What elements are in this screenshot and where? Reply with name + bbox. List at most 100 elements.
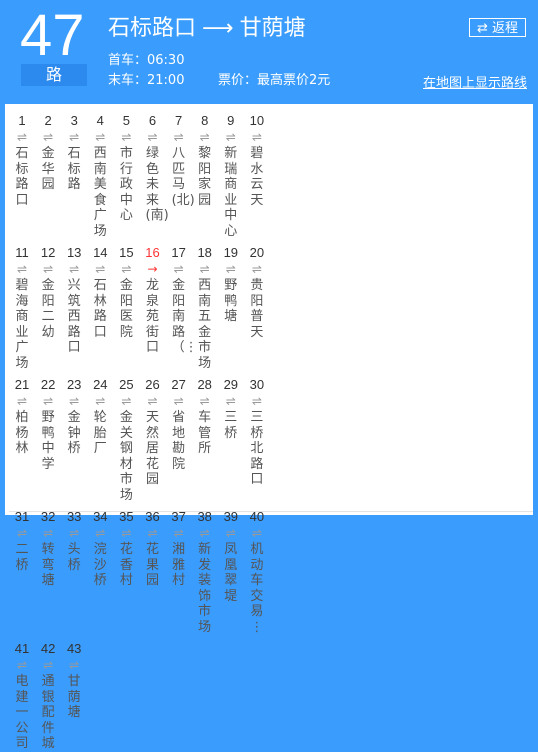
stop-item[interactable]: 22 ⇌ 野鸭中学 bbox=[36, 377, 60, 472]
stop-item[interactable]: 21 ⇌ 柏杨林 bbox=[10, 377, 34, 457]
stop-name: 凤凰翠堤 bbox=[224, 542, 238, 604]
stop-item[interactable]: 30 ⇌ 三桥北路口 bbox=[245, 377, 269, 488]
stop-item[interactable]: 40 ⇌ 机动车交易⋮ bbox=[245, 509, 269, 635]
two-way-arrow-icon: ⇌ bbox=[121, 130, 132, 144]
two-way-arrow-icon: ⇌ bbox=[199, 130, 210, 144]
stop-item[interactable]: 5 ⇌ 市行政中心 bbox=[114, 113, 138, 224]
stop-number: 33 bbox=[66, 509, 82, 524]
stop-name: 省地勘院 bbox=[172, 410, 186, 472]
stop-item[interactable]: 16 → 龙泉苑街口 bbox=[141, 245, 165, 356]
stop-item[interactable]: 13 ⇌ 兴筑西路口 bbox=[62, 245, 86, 356]
stop-item[interactable]: 28 ⇌ 车管所 bbox=[193, 377, 217, 457]
stop-item[interactable]: 32 ⇌ 转弯塘 bbox=[36, 509, 60, 589]
stop-number: 36 bbox=[145, 509, 160, 524]
stop-number: 38 bbox=[197, 509, 212, 524]
stop-number: 39 bbox=[223, 509, 239, 524]
stop-name: 柏杨林 bbox=[15, 410, 29, 456]
route-title: 石标路口 ⟶ 甘荫塘 bbox=[108, 15, 306, 43]
two-way-arrow-icon: ⇌ bbox=[69, 526, 80, 540]
stop-item[interactable]: 14 ⇌ 石林路口 bbox=[88, 245, 112, 340]
stop-item[interactable]: 36 ⇌ 花果园 bbox=[141, 509, 165, 589]
line-number: 47 bbox=[20, 3, 85, 68]
stop-item[interactable]: 17 ⇌ 金阳南路（⋮ bbox=[167, 245, 197, 356]
two-way-arrow-icon: ⇌ bbox=[225, 130, 236, 144]
stop-number: 15 bbox=[119, 245, 134, 260]
stop-name: 黎阳家园 bbox=[198, 146, 212, 208]
stop-item[interactable]: 31 ⇌ 二桥 bbox=[10, 509, 34, 573]
stop-item[interactable]: 1 ⇌ 石标路口 bbox=[10, 113, 34, 208]
stop-name: 湘雅村 bbox=[172, 542, 186, 588]
stop-item[interactable]: 33 ⇌ 头桥 bbox=[62, 509, 86, 573]
stop-item[interactable]: 25 ⇌ 金关钢材市场 bbox=[114, 377, 138, 503]
stop-item[interactable]: 27 ⇌ 省地勘院 bbox=[167, 377, 191, 472]
two-way-arrow-icon: ⇌ bbox=[16, 526, 28, 540]
stop-name: 八匹马(北) bbox=[171, 146, 195, 208]
stop-item[interactable]: 18 ⇌ 西南五金市场 bbox=[193, 245, 217, 371]
two-way-arrow-icon: ⇌ bbox=[43, 658, 54, 672]
origin-stop: 石标路口 bbox=[108, 16, 197, 41]
stop-item[interactable]: 26 ⇌ 天然居花园 bbox=[141, 377, 165, 488]
stop-item[interactable]: 20 ⇌ 贵阳普天 bbox=[245, 245, 269, 340]
stop-number: 12 bbox=[40, 245, 56, 260]
two-way-arrow-icon: ⇌ bbox=[43, 130, 54, 144]
two-way-arrow-icon: ⇌ bbox=[147, 130, 158, 144]
stop-item[interactable]: 2 ⇌ 金华园 bbox=[36, 113, 60, 193]
stop-item[interactable]: 3 ⇌ 石标路 bbox=[62, 113, 86, 193]
stop-name: 石林路口 bbox=[93, 278, 107, 340]
two-way-arrow-icon: ⇌ bbox=[16, 658, 28, 672]
two-way-arrow-icon: ⇌ bbox=[16, 130, 28, 144]
reverse-button[interactable]: ⇄ 返程 bbox=[469, 18, 526, 37]
stop-number: 11 bbox=[15, 245, 29, 260]
stop-item[interactable]: 9 ⇌ 新瑞商业中心 bbox=[219, 113, 243, 239]
two-way-arrow-icon: ⇌ bbox=[173, 526, 184, 540]
stop-number: 1 bbox=[18, 113, 26, 128]
fare-info: 票价：最高票价2元 bbox=[218, 73, 331, 88]
stop-item[interactable]: 35 ⇌ 花香村 bbox=[114, 509, 138, 589]
stop-item[interactable]: 43 ⇌ 甘荫塘 bbox=[62, 641, 86, 721]
stop-number: 13 bbox=[66, 245, 82, 260]
stop-item[interactable]: 24 ⇌ 轮胎厂 bbox=[88, 377, 112, 457]
two-way-arrow-icon: ⇌ bbox=[173, 130, 184, 144]
stop-name: 绿色未来(南) bbox=[145, 146, 169, 223]
stop-number: 42 bbox=[40, 641, 56, 656]
stop-item[interactable]: 8 ⇌ 黎阳家园 bbox=[193, 113, 217, 208]
line-suffix: 路 bbox=[21, 64, 87, 86]
two-way-arrow-icon: ⇌ bbox=[199, 262, 210, 276]
stop-number: 24 bbox=[93, 377, 108, 392]
stop-item[interactable]: 41 ⇌ 电建一公司 bbox=[10, 641, 34, 752]
stop-name: 二桥 bbox=[15, 542, 29, 573]
two-way-arrow-icon: ⇌ bbox=[173, 394, 184, 408]
stop-item[interactable]: 39 ⇌ 凤凰翠堤 bbox=[219, 509, 243, 604]
stop-item[interactable]: 29 ⇌ 三桥 bbox=[219, 377, 243, 441]
two-way-arrow-icon: ⇌ bbox=[16, 394, 28, 408]
two-way-arrow-icon: ⇌ bbox=[43, 394, 54, 408]
stop-item[interactable]: 4 ⇌ 西南美食广场 bbox=[88, 113, 112, 239]
stop-name: 花香村 bbox=[119, 542, 133, 588]
stop-number: 41 bbox=[14, 641, 30, 656]
stop-name: 西南美食广场 bbox=[93, 146, 107, 239]
stop-item[interactable]: 12 ⇌ 金阳二幼 bbox=[36, 245, 60, 340]
stop-item[interactable]: 19 ⇌ 野鸭塘 bbox=[219, 245, 243, 325]
stop-number: 17 bbox=[171, 245, 186, 260]
two-way-arrow-icon: ⇌ bbox=[95, 394, 106, 408]
stop-item[interactable]: 6 ⇌ 绿色未来(南) bbox=[141, 113, 169, 224]
stop-item[interactable]: 38 ⇌ 新发装饰市场 bbox=[193, 509, 217, 635]
stop-item[interactable]: 23 ⇌ 金钟桥 bbox=[62, 377, 86, 457]
stop-item[interactable]: 34 ⇌ 浣沙桥 bbox=[88, 509, 112, 589]
stop-name: 新发装饰市场 bbox=[198, 542, 212, 635]
stop-item[interactable]: 10 ⇌ 碧水云天 bbox=[245, 113, 269, 208]
stop-item[interactable]: 37 ⇌ 湘雅村 bbox=[167, 509, 191, 589]
stop-item[interactable]: 42 ⇌ 通银配件城 bbox=[36, 641, 60, 752]
two-way-arrow-icon: ⇌ bbox=[199, 394, 210, 408]
arrow-right-icon: ⟶ bbox=[202, 16, 234, 41]
two-way-arrow-icon: ⇌ bbox=[173, 262, 184, 276]
stop-name: 轮胎厂 bbox=[93, 410, 107, 456]
stop-item[interactable]: 11 ⇌ 碧海商业广场 bbox=[10, 245, 34, 371]
stop-number: 35 bbox=[119, 509, 134, 524]
stop-item[interactable]: 7 ⇌ 八匹马(北) bbox=[167, 113, 195, 208]
stop-item[interactable]: 15 ⇌ 金阳医院 bbox=[114, 245, 138, 340]
two-way-arrow-icon: ⇌ bbox=[199, 526, 210, 540]
show-on-map-link[interactable]: 在地图上显示路线 bbox=[423, 72, 527, 91]
stop-name: 金关钢材市场 bbox=[119, 410, 133, 503]
two-way-arrow-icon: ⇌ bbox=[251, 130, 262, 144]
